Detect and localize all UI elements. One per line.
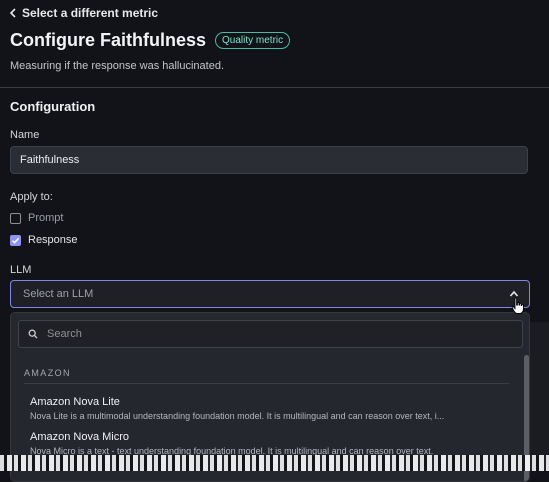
background-panel-edge: [530, 322, 549, 471]
llm-select-placeholder: Select an LLM: [23, 288, 94, 300]
configuration-heading: Configuration: [10, 99, 96, 114]
page-subtitle: Measuring if the response was hallucinat…: [10, 60, 225, 72]
apply-prompt-option[interactable]: Prompt: [10, 212, 63, 224]
llm-label: LLM: [10, 264, 32, 276]
apply-response-option[interactable]: Response: [10, 234, 78, 246]
llm-select[interactable]: Select an LLM: [10, 280, 530, 308]
prompt-checkbox[interactable]: [10, 212, 21, 224]
llm-search-box[interactable]: [18, 320, 523, 348]
search-icon: [28, 329, 38, 339]
option-name: Amazon Nova Lite: [30, 396, 120, 408]
response-checkbox[interactable]: [10, 234, 21, 246]
title-row: Configure Faithfulness Quality metric: [10, 30, 291, 51]
llm-search-input[interactable]: [45, 327, 509, 341]
llm-option-amazon-nova-micro[interactable]: Amazon Nova Micro Nova Micro is a text -…: [30, 431, 510, 456]
page-title: Configure Faithfulness: [10, 30, 207, 50]
checkmark-icon: [11, 237, 20, 244]
prompt-label: Prompt: [28, 212, 64, 224]
name-label: Name: [10, 129, 40, 141]
chevron-left-icon: [9, 8, 16, 18]
name-field[interactable]: [10, 146, 528, 174]
hand-pointer-cursor-icon: [511, 297, 524, 314]
group-divider: [24, 383, 509, 384]
llm-option-amazon-nova-lite[interactable]: Amazon Nova Lite Nova Lite is a multimod…: [30, 396, 510, 421]
option-name: Amazon Nova Micro: [30, 431, 130, 443]
group-label-amazon: AMAZON: [24, 368, 71, 378]
bottom-edge-artifact: [0, 455, 549, 471]
back-link[interactable]: Select a different metric: [9, 6, 158, 20]
option-description: Nova Lite is a multimodal understanding …: [30, 411, 445, 421]
quality-metric-badge: Quality metric: [215, 32, 291, 49]
back-link-label: Select a different metric: [22, 6, 159, 20]
header-divider: [0, 87, 549, 88]
apply-to-label: Apply to:: [10, 191, 53, 203]
response-label: Response: [28, 234, 78, 246]
